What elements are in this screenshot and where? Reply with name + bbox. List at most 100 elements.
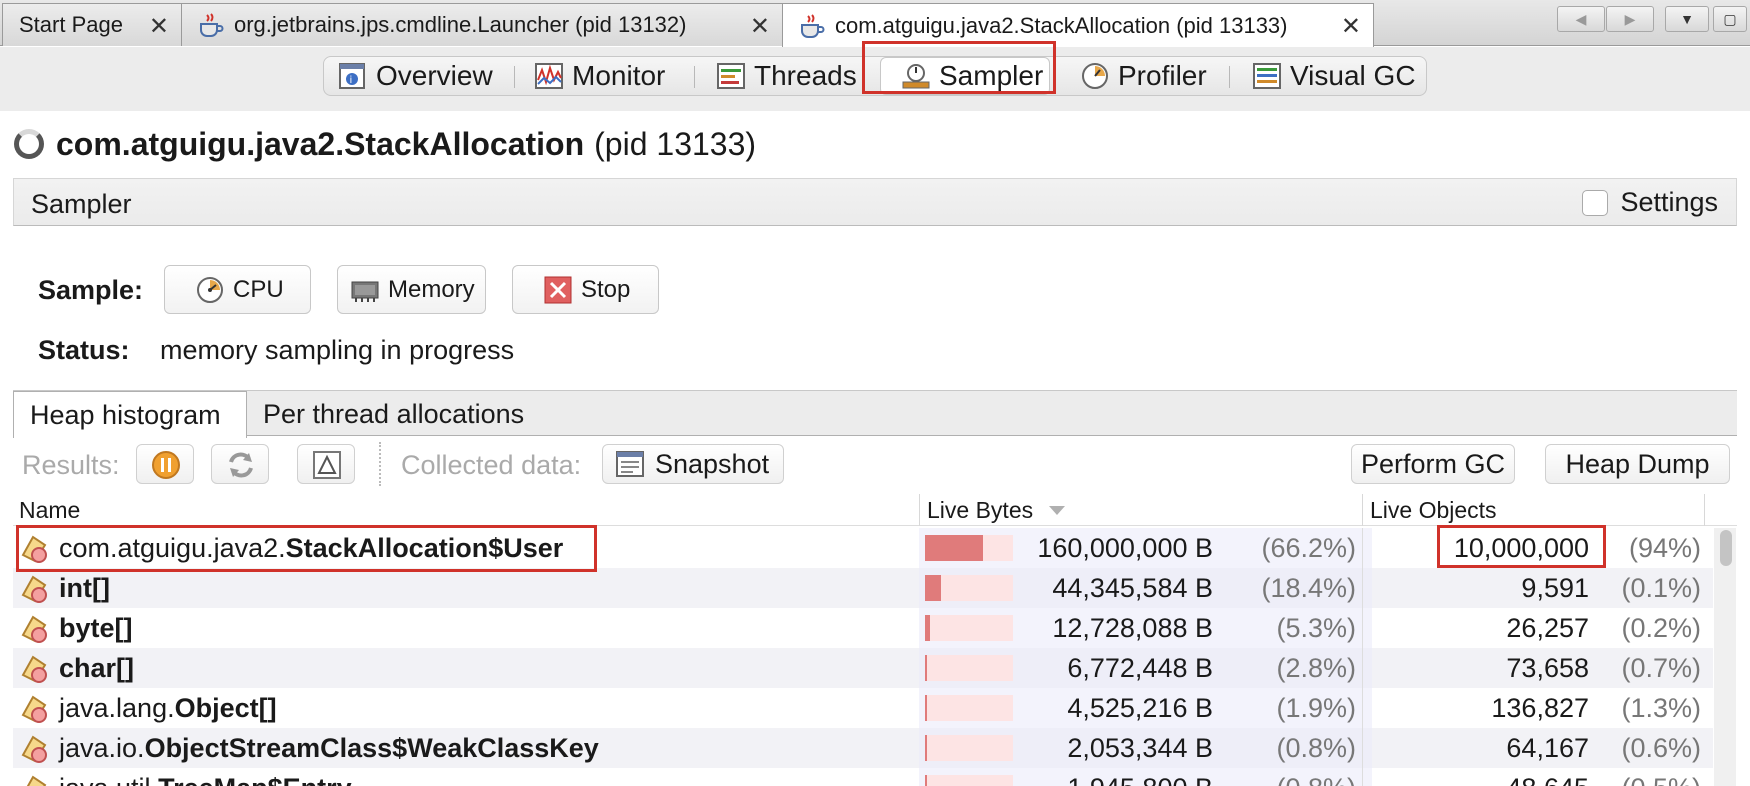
process-name: com.atguigu.java2.StackAllocation xyxy=(56,125,585,162)
table-row[interactable]: java.io. ObjectStreamClass$WeakClassKey 2,… xyxy=(13,728,1713,768)
column-header-live-objects[interactable]: Live Objects xyxy=(1364,494,1704,526)
toolbar-separator xyxy=(379,442,381,486)
live-bytes-value: 44,345,584 B xyxy=(1052,572,1213,603)
column-label: Name xyxy=(19,496,81,523)
sort-descending-icon xyxy=(1049,505,1066,515)
column-header-name[interactable]: Name xyxy=(13,494,917,526)
heap-dump-label: Heap Dump xyxy=(1565,448,1710,479)
class-name: Object[] xyxy=(174,692,277,723)
table-row[interactable]: java.lang. Object[] 4,525,216 B (1.9%) 136,8… xyxy=(13,688,1713,728)
process-pid: (pid 13133) xyxy=(594,125,757,162)
live-objects-value: 64,167 xyxy=(1506,732,1589,763)
tab-separator xyxy=(1229,66,1230,88)
column-divider xyxy=(1362,528,1363,568)
class-icon xyxy=(19,733,49,763)
live-bytes-value: 4,525,216 B xyxy=(1067,692,1213,723)
stop-button-label: Stop xyxy=(581,275,631,303)
tab-threads[interactable]: Threads xyxy=(716,57,857,95)
doc-tab-start-page[interactable]: Start Page ✕ xyxy=(2,3,182,46)
scroll-tabs-left-button[interactable]: ◀ xyxy=(1557,6,1605,32)
stop-button[interactable]: Stop xyxy=(512,265,659,314)
live-objects-value: 73,658 xyxy=(1506,652,1589,683)
tab-label: Profiler xyxy=(1118,60,1207,91)
table-row[interactable]: byte[] 12,728,088 B (5.3%) 26,257 (0.2%) xyxy=(13,608,1713,648)
doc-tab-label: Start Page xyxy=(19,12,123,37)
results-label: Results: xyxy=(22,450,120,480)
perform-gc-button[interactable]: Perform GC xyxy=(1351,444,1515,484)
table-row[interactable]: char[] 6,772,448 B (2.8%) 73,658 (0.7%) xyxy=(13,648,1713,688)
live-bytes-bar-fill xyxy=(925,735,927,761)
class-name-cell: char[] xyxy=(19,648,134,688)
tab-separator xyxy=(514,66,515,88)
class-icon xyxy=(19,613,49,643)
live-bytes-percent: (18.4%) xyxy=(1261,572,1356,603)
scroll-tabs-right-button[interactable]: ▶ xyxy=(1606,6,1654,32)
heap-dump-button[interactable]: Heap Dump xyxy=(1545,444,1730,484)
status-label: Status: xyxy=(38,335,130,365)
vertical-scrollbar[interactable] xyxy=(1714,528,1736,786)
table-row[interactable]: int[] 44,345,584 B (18.4%) 9,591 (0.1%) xyxy=(13,568,1713,608)
loading-spinner-icon xyxy=(14,129,44,159)
package-name: java.util. xyxy=(59,773,158,786)
live-objects-percent: (0.1%) xyxy=(1621,572,1701,603)
profiler-icon xyxy=(1080,62,1110,90)
maximize-window-button[interactable]: ▢ xyxy=(1713,6,1747,32)
column-separator[interactable] xyxy=(1704,494,1705,526)
tab-monitor[interactable]: Monitor xyxy=(534,57,665,95)
table-header: Name Live Bytes Live Objects xyxy=(13,494,1737,526)
tab-profiler[interactable]: Profiler xyxy=(1080,57,1207,95)
close-icon[interactable]: ✕ xyxy=(750,12,770,41)
clock-icon xyxy=(195,275,225,305)
class-icon xyxy=(19,693,49,723)
memory-button[interactable]: Memory xyxy=(337,265,486,314)
tab-visual-gc[interactable]: Visual GC xyxy=(1252,57,1416,95)
tab-heap-histogram[interactable]: Heap histogram xyxy=(13,391,247,438)
live-objects-percent: (0.7%) xyxy=(1621,652,1701,683)
settings-checkbox[interactable] xyxy=(1582,189,1609,216)
live-bytes-bar xyxy=(925,735,1013,761)
column-label: Live Bytes xyxy=(927,496,1034,523)
tab-label: Overview xyxy=(376,60,493,91)
column-separator[interactable] xyxy=(1362,494,1363,526)
column-label: Live Objects xyxy=(1370,496,1497,523)
java-cup-icon xyxy=(198,13,224,37)
scrollbar-thumb[interactable] xyxy=(1720,530,1732,566)
deltas-button[interactable] xyxy=(297,444,355,484)
document-tab-bar: Start Page ✕ org.jetbrains.jps.cmdline.L… xyxy=(0,0,1750,47)
tab-separator xyxy=(694,66,695,88)
class-name: byte[] xyxy=(59,612,133,643)
settings-toggle[interactable]: Settings xyxy=(1582,187,1718,218)
stop-icon xyxy=(543,275,573,305)
monitor-icon xyxy=(534,62,564,90)
table-row[interactable]: java.util.TreeMap$Entry 1,945,800 B(0.8%)… xyxy=(13,768,1713,786)
settings-label: Settings xyxy=(1620,187,1718,217)
class-icon xyxy=(19,653,49,683)
doc-tab-launcher[interactable]: org.jetbrains.jps.cmdline.Launcher (pid … xyxy=(181,3,783,46)
class-name-cell: java.lang. Object[] xyxy=(19,688,277,728)
pause-button[interactable] xyxy=(136,444,194,484)
column-divider xyxy=(1362,768,1363,786)
refresh-button[interactable] xyxy=(211,444,269,484)
column-header-live-bytes[interactable]: Live Bytes xyxy=(921,494,1371,526)
live-bytes-value: 2,053,344 B xyxy=(1067,732,1213,763)
live-objects-highlight xyxy=(1437,525,1606,568)
live-bytes-bar xyxy=(925,615,1013,641)
tab-overview[interactable]: i Overview xyxy=(338,57,493,95)
cpu-button[interactable]: CPU xyxy=(164,265,311,314)
doc-tab-label: com.atguigu.java2.StackAllocation (pid 1… xyxy=(835,12,1288,38)
column-separator[interactable] xyxy=(919,494,920,526)
status-text: memory sampling in progress xyxy=(160,335,515,365)
snapshot-button[interactable]: Snapshot xyxy=(602,444,784,484)
overview-icon: i xyxy=(338,62,368,90)
tab-label: Heap histogram xyxy=(30,399,221,430)
tab-per-thread-allocations[interactable]: Per thread allocations xyxy=(247,391,547,437)
close-icon[interactable]: ✕ xyxy=(1341,12,1361,41)
live-objects-value: 136,827 xyxy=(1491,692,1589,723)
tab-list-dropdown-button[interactable]: ▼ xyxy=(1665,6,1709,32)
doc-tab-label: org.jetbrains.jps.cmdline.Launcher (pid … xyxy=(234,12,687,37)
close-icon[interactable]: ✕ xyxy=(149,12,169,41)
class-name: ObjectStreamClass$WeakClassKey xyxy=(144,732,599,763)
live-bytes-bar-fill xyxy=(925,535,983,561)
column-divider xyxy=(1362,568,1363,608)
class-icon xyxy=(19,773,49,786)
